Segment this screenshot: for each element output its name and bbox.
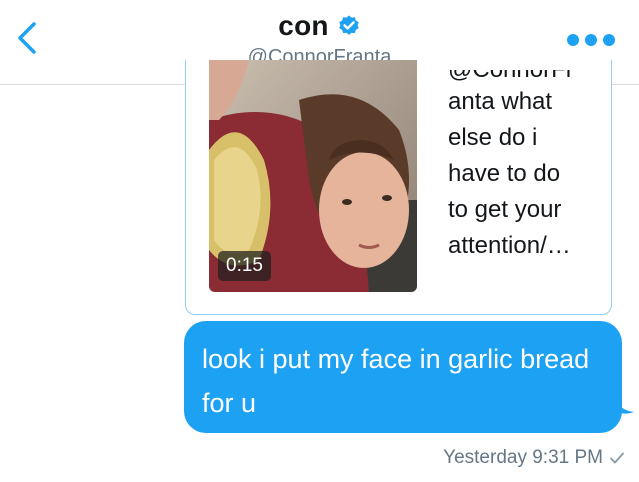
shared-tweet-text: @ConnorFr anta what else do i have to do…	[448, 70, 608, 290]
message-meta: Yesterday 9:31 PM	[443, 447, 625, 469]
tweet-text-line: attention/…	[448, 232, 571, 259]
message-text: look i put my face in garlic bread for u	[202, 344, 590, 418]
video-thumbnail[interactable]: 0:15	[209, 60, 417, 292]
more-options-button[interactable]	[567, 32, 615, 48]
tweet-text-line: anta what	[448, 88, 553, 115]
verified-badge-icon	[338, 15, 359, 35]
video-duration: 0:15	[218, 251, 271, 281]
message-timestamp: Yesterday 9:31 PM	[443, 447, 603, 468]
more-dots-icon	[585, 34, 597, 46]
shared-tweet-card[interactable]: 0:15 @ConnorFr anta what else do i have …	[185, 60, 612, 315]
tweet-text-line: @ConnorFr	[448, 70, 608, 84]
tweet-text-line: else do i	[448, 124, 538, 151]
more-dots-icon	[603, 34, 615, 46]
contact-name: con	[278, 10, 329, 41]
more-dots-icon	[567, 34, 579, 46]
tweet-text-line: have to do	[448, 160, 561, 187]
read-check-icon	[610, 452, 624, 464]
tweet-text-line: to get your	[448, 196, 562, 223]
bubble-tail	[614, 396, 634, 414]
sent-message-bubble[interactable]: look i put my face in garlic bread for u	[184, 321, 622, 433]
